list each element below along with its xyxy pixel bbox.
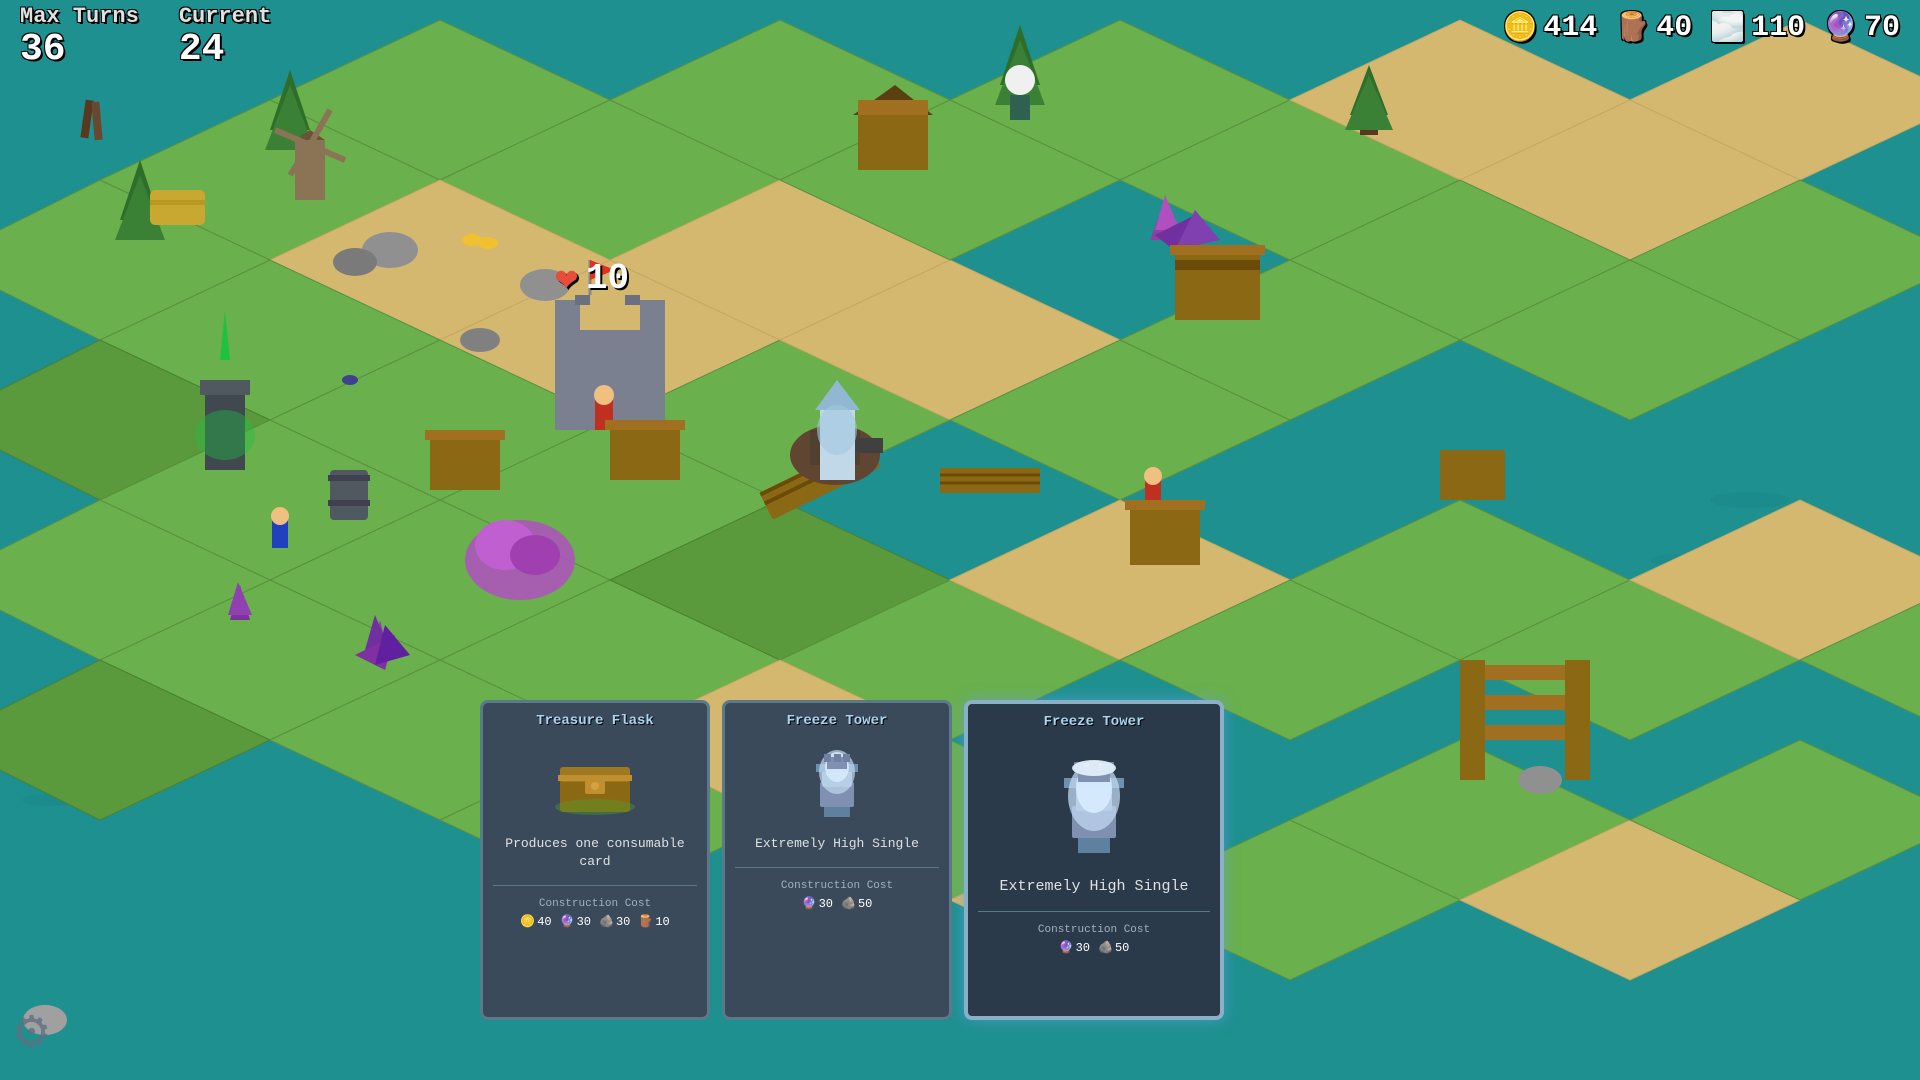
wood-cost-value: 10	[655, 915, 669, 929]
gold-resource: 🪙 414	[1502, 10, 1597, 45]
gold-value: 414	[1543, 11, 1597, 45]
card-2-divider	[735, 867, 939, 868]
health-display: ❤ 10	[555, 255, 629, 302]
magic-cost-value-3: 30	[1076, 941, 1090, 955]
card-1-image	[545, 742, 645, 822]
card-1-cost-label: Construction Cost	[539, 898, 651, 910]
card-3-image	[1034, 743, 1154, 863]
health-value: 10	[586, 258, 629, 299]
card-2-image	[787, 742, 887, 822]
stone-icon: 🌫️	[1710, 10, 1745, 45]
wood-icon: 🪵	[1615, 10, 1650, 45]
resources-hud: 🪙 414 🪵 40 🌫️ 110 🔮 70	[1502, 10, 1900, 45]
stone-value: 110	[1751, 11, 1805, 45]
cost-wood: 🪵 10	[638, 914, 669, 929]
magic-resource: 🔮 70	[1823, 10, 1900, 45]
magic-value: 70	[1864, 11, 1900, 45]
card-2-description: Extremely High Single	[755, 835, 919, 853]
magic-cost-icon-2: 🔮	[802, 896, 817, 911]
game-world[interactable]: Max Turns 36 Current 24 🪙 414 🪵 40 🌫️ 11…	[0, 0, 1920, 1080]
card-1-costs: 🪙 40 🔮 30 🪨 30 🪵 10	[520, 914, 669, 929]
magic-cost-value-2: 30	[819, 897, 833, 911]
cost-magic-3: 🔮 30	[1059, 940, 1090, 955]
card-freeze-tower-1[interactable]: Freeze Tower Extremel	[722, 700, 952, 1020]
cost-stone: 🪨 30	[599, 914, 630, 929]
stone-cost-value-3: 50	[1115, 941, 1129, 955]
card-3-divider	[978, 911, 1210, 912]
magic-cost-icon: 🔮	[560, 914, 575, 929]
cost-magic: 🔮 30	[560, 914, 591, 929]
card-freeze-tower-2[interactable]: Freeze Tower	[964, 700, 1224, 1020]
cost-gold: 🪙 40	[520, 914, 551, 929]
card-3-cost-label: Construction Cost	[1038, 924, 1150, 936]
stone-cost-icon-2: 🪨	[841, 896, 856, 911]
card-1-description: Produces one consumable card	[493, 835, 697, 871]
stone-cost-value-2: 50	[858, 897, 872, 911]
wood-cost-icon: 🪵	[638, 914, 653, 929]
gold-cost-icon: 🪙	[520, 914, 535, 929]
card-3-description: Extremely High Single	[999, 876, 1188, 897]
gold-cost-value: 40	[537, 915, 551, 929]
card-3-costs: 🔮 30 🪨 50	[1059, 940, 1130, 955]
card-2-costs: 🔮 30 🪨 50	[802, 896, 873, 911]
card-1-title: Treasure Flask	[536, 713, 654, 729]
gold-icon: 🪙	[1502, 10, 1537, 45]
stone-cost-value: 30	[616, 915, 630, 929]
stone-cost-icon-3: 🪨	[1098, 940, 1113, 955]
magic-icon: 🔮	[1823, 10, 1858, 45]
wood-value: 40	[1656, 11, 1692, 45]
card-2-title: Freeze Tower	[787, 713, 888, 729]
card-treasure-flask[interactable]: Treasure Flask Produces one consumable c…	[480, 700, 710, 1020]
cost-stone-2: 🪨 50	[841, 896, 872, 911]
card-1-divider	[493, 885, 697, 886]
card-3-title: Freeze Tower	[1044, 714, 1145, 730]
magic-cost-value: 30	[577, 915, 591, 929]
card-panel: Treasure Flask Produces one consumable c…	[480, 700, 1224, 1020]
stone-resource: 🌫️ 110	[1710, 10, 1805, 45]
cost-magic-2: 🔮 30	[802, 896, 833, 911]
settings-gear-icon[interactable]: ⚙	[15, 997, 48, 1065]
stone-cost-icon: 🪨	[599, 914, 614, 929]
cost-stone-3: 🪨 50	[1098, 940, 1129, 955]
card-2-cost-label: Construction Cost	[781, 880, 893, 892]
heart-icon: ❤	[555, 255, 578, 302]
magic-cost-icon-3: 🔮	[1059, 940, 1074, 955]
wood-resource: 🪵 40	[1615, 10, 1692, 45]
